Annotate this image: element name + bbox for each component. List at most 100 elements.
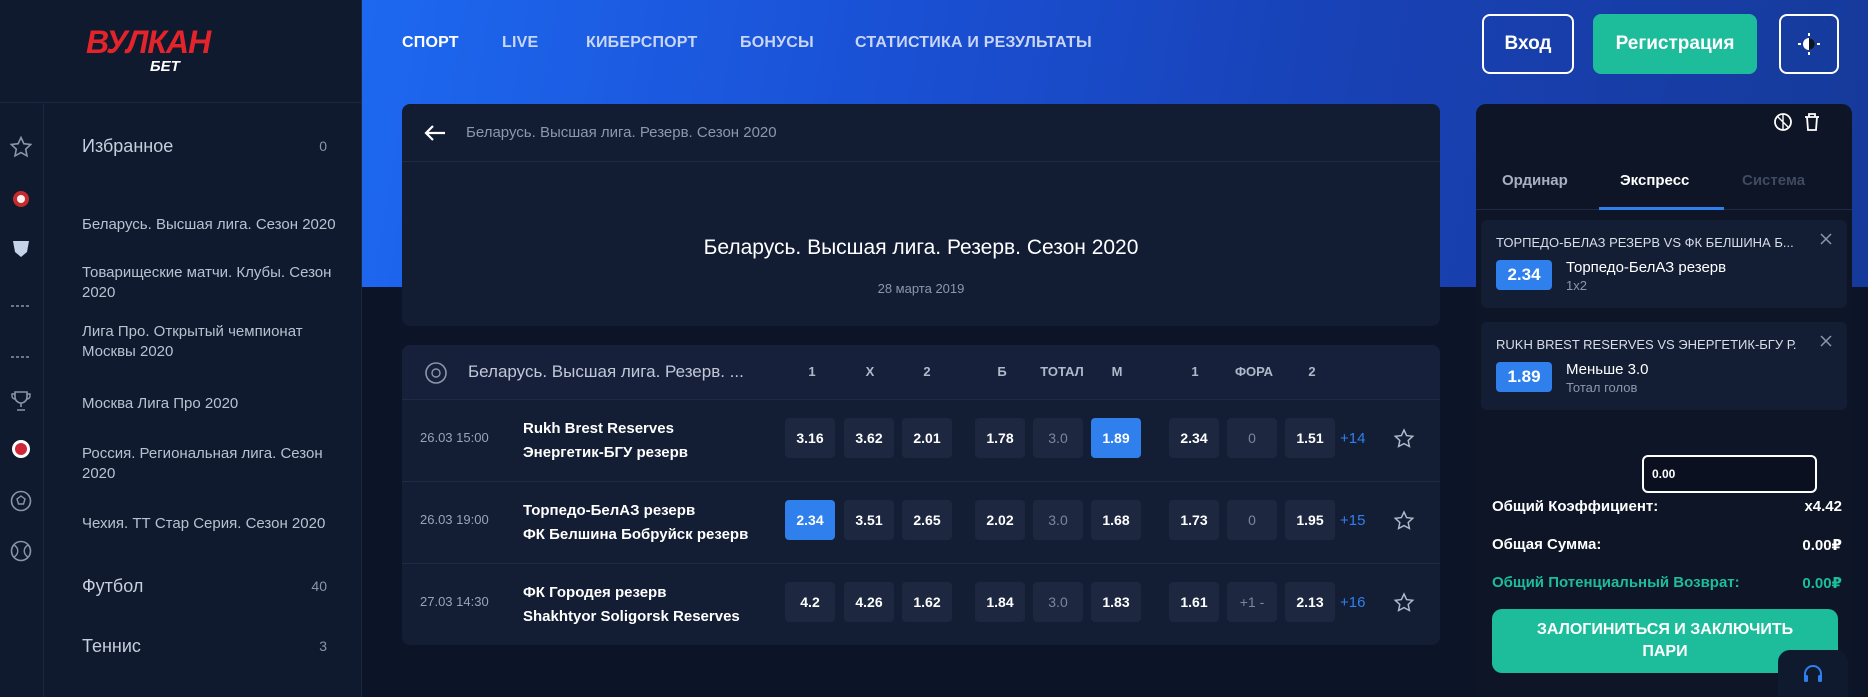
sidebar: ВУЛКАН БЕТ Избранное 0 Беларусь. Высшая … — [0, 0, 362, 697]
odd-1[interactable]: 3.16 — [785, 418, 835, 458]
odd-over[interactable]: 2.02 — [975, 500, 1025, 540]
handicap-line: 0 — [1227, 500, 1277, 540]
belarus-league-icon[interactable] — [7, 185, 35, 213]
odd-x[interactable]: 3.51 — [844, 500, 894, 540]
tab-single[interactable]: Ординар — [1502, 172, 1568, 189]
match-teams[interactable]: ФК Городея резерв Shakhtyor Soligorsk Re… — [523, 581, 740, 629]
sidebar-item[interactable]: Чехия. ТТ Стар Серия. Сезон 2020 — [82, 514, 347, 534]
odd-1[interactable]: 2.34 — [785, 500, 835, 540]
sidebar-sport-tennis[interactable]: Теннис 3 — [82, 636, 347, 656]
odd-under[interactable]: 1.68 — [1091, 500, 1141, 540]
header-over: Б — [997, 364, 1007, 379]
odd-under[interactable]: 1.83 — [1091, 582, 1141, 622]
star-icon[interactable] — [7, 133, 35, 161]
odd-h1[interactable]: 1.61 — [1169, 582, 1219, 622]
more-markets-link[interactable]: +15 — [1340, 512, 1365, 529]
table-row[interactable]: 26.03 15:00 Rukh Brest Reserves Энергети… — [402, 400, 1440, 482]
sidebar-item[interactable]: Беларусь. Высшая лига. Сезон 2020 — [82, 215, 347, 235]
header-handicap: ФОРА — [1234, 364, 1274, 379]
nav-bonuses[interactable]: БОНУСЫ — [740, 34, 814, 52]
handicap-line: +1 - — [1227, 582, 1277, 622]
odd-h2[interactable]: 1.95 — [1285, 500, 1335, 540]
stake-input[interactable]: 0.00 — [1642, 455, 1817, 493]
theme-toggle-button[interactable] — [1779, 14, 1839, 74]
odd-over[interactable]: 1.84 — [975, 582, 1025, 622]
sidebar-sport-football[interactable]: Футбол 40 — [82, 576, 347, 596]
home-team: Rukh Brest Reserves — [523, 420, 674, 437]
odd-h1[interactable]: 2.34 — [1169, 418, 1219, 458]
event-title: Беларусь. Высшая лига. Резерв. Сезон 202… — [703, 236, 1139, 259]
odd-2[interactable]: 2.01 — [902, 418, 952, 458]
odd-h1[interactable]: 1.73 — [1169, 500, 1219, 540]
favorites-count: 0 — [319, 138, 327, 154]
register-button[interactable]: Регистрация — [1593, 14, 1757, 74]
odd-over[interactable]: 1.78 — [975, 418, 1025, 458]
sport-count: 3 — [319, 638, 327, 654]
friendly-matches-icon[interactable] — [7, 234, 35, 262]
bet-type: Тотал голов — [1566, 380, 1638, 395]
sport-count: 40 — [311, 578, 327, 594]
sidebar-item[interactable]: Москва Лига Про 2020 — [82, 394, 347, 414]
favorite-star-icon[interactable] — [1392, 509, 1416, 533]
match-time: 26.03 15:00 — [420, 430, 489, 445]
football-icon — [425, 362, 447, 384]
login-button[interactable]: Вход — [1482, 14, 1574, 74]
match-teams[interactable]: Rukh Brest Reserves Энергетик-БГУ резерв — [523, 417, 688, 465]
table-tennis-icon[interactable] — [7, 292, 35, 320]
favorite-star-icon[interactable] — [1392, 427, 1416, 451]
tab-express[interactable]: Экспресс — [1620, 172, 1689, 189]
header-h2: 2 — [1308, 364, 1316, 379]
active-tab-indicator — [1599, 207, 1724, 210]
slip-tabs: Ординар Экспресс Система — [1476, 154, 1852, 210]
bet-coef: 1.89 — [1496, 362, 1552, 392]
support-chat-button[interactable] — [1778, 650, 1848, 697]
odd-1[interactable]: 4.2 — [785, 582, 835, 622]
nav-esports[interactable]: КИБЕРСПОРТ — [586, 34, 697, 52]
tennis-icon[interactable] — [7, 537, 35, 565]
logo[interactable]: ВУЛКАН — [86, 26, 211, 58]
home-team: Торпедо-БелАЗ резерв — [523, 502, 696, 519]
sidebar-favorites[interactable]: Избранное 0 — [82, 136, 347, 156]
table-row[interactable]: 26.03 19:00 Торпедо-БелАЗ резерв ФК Белш… — [402, 482, 1440, 564]
czech-tt-icon[interactable] — [7, 435, 35, 463]
theme-icon — [1798, 33, 1820, 55]
odd-under[interactable]: 1.89 — [1091, 418, 1141, 458]
odd-h2[interactable]: 1.51 — [1285, 418, 1335, 458]
bet-coef: 2.34 — [1496, 260, 1552, 290]
favorite-star-icon[interactable] — [1392, 591, 1416, 615]
league-title: Беларусь. Высшая лига. Резерв. ... — [468, 362, 744, 381]
nav-sport[interactable]: СПОРТ — [402, 34, 459, 52]
match-teams[interactable]: Торпедо-БелАЗ резерв ФК Белшина Бобруйск… — [523, 499, 748, 547]
sidebar-item[interactable]: Россия. Региональная лига. Сезон 2020 — [82, 444, 347, 484]
trash-icon[interactable] — [1803, 112, 1821, 132]
tab-system: Система — [1742, 172, 1806, 189]
nav-statistics[interactable]: СТАТИСТИКА И РЕЗУЛЬТАТЫ — [855, 34, 1092, 52]
sidebar-item[interactable]: Лига Про. Открытый чемпионат Москвы 2020 — [82, 322, 347, 362]
table-row[interactable]: 27.03 14:30 ФК Городея резерв Shakhtyor … — [402, 564, 1440, 646]
trophy-icon[interactable] — [7, 387, 35, 415]
settings-ball-icon[interactable] — [1773, 112, 1793, 132]
breadcrumb[interactable]: Беларусь. Высшая лига. Резерв. Сезон 202… — [466, 124, 777, 141]
event-date: 28 марта 2019 — [877, 281, 965, 296]
odd-x[interactable]: 3.62 — [844, 418, 894, 458]
event-header: Беларусь. Высшая лига. Резерв. Сезон 202… — [402, 104, 1440, 162]
away-team: Энергетик-БГУ резерв — [523, 444, 688, 461]
bet-match: ТОРПЕДО-БЕЛАЗ РЕЗЕРВ VS ФК БЕЛШИНА Б... — [1496, 235, 1794, 250]
header-2: 2 — [923, 364, 931, 379]
back-arrow-icon[interactable] — [424, 124, 446, 142]
close-icon[interactable] — [1819, 334, 1833, 348]
sidebar-item[interactable]: Товарищеские матчи. Клубы. Сезон 2020 — [82, 263, 347, 303]
odd-2[interactable]: 1.62 — [902, 582, 952, 622]
close-icon[interactable] — [1819, 232, 1833, 246]
more-markets-link[interactable]: +14 — [1340, 430, 1365, 447]
moscow-pro-icon[interactable] — [7, 343, 35, 371]
odd-2[interactable]: 2.65 — [902, 500, 952, 540]
odd-h2[interactable]: 2.13 — [1285, 582, 1335, 622]
more-markets-link[interactable]: +16 — [1340, 594, 1365, 611]
football-icon[interactable] — [7, 487, 35, 515]
event-card: Беларусь. Высшая лига. Резерв. Сезон 202… — [402, 104, 1440, 326]
header-1: 1 — [808, 364, 816, 379]
header-x: X — [865, 364, 875, 379]
nav-live[interactable]: LIVE — [502, 34, 538, 52]
odd-x[interactable]: 4.26 — [844, 582, 894, 622]
